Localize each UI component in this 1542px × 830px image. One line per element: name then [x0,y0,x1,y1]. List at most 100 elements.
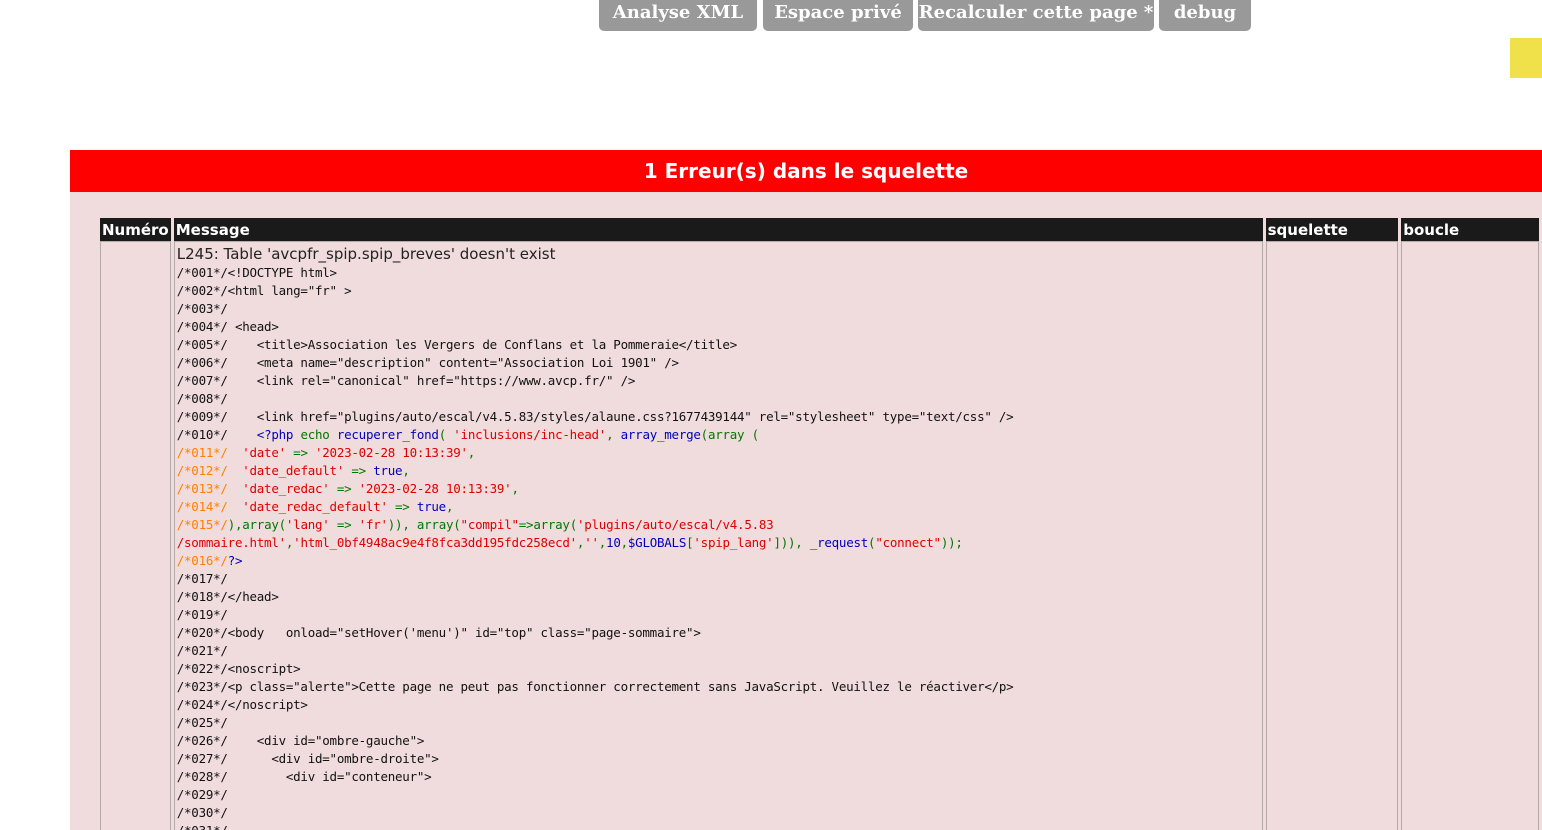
code-segment: 'lang' [285,517,337,532]
code-line: /*018*/</head> [177,588,1260,606]
column-header-message: Message [173,218,1263,241]
boucle-cell [1401,241,1539,830]
code-segment: /*031*/ [177,823,228,830]
code-segment: )); [940,535,963,550]
code-line: /*010*/ <?php echo recuperer_fond( 'incl… [177,426,1260,444]
code-line: /*026*/ <div id="ombre-gauche"> [177,732,1260,750]
error-panel: 1 Erreur(s) dans le squelette Numéro Mes… [70,150,1542,830]
code-segment: => [336,517,359,532]
code-segment: /*018*/</head> [176,589,279,604]
code-segment: "connect" [875,535,941,550]
code-line: /*014*/ 'date_redac_default' => true, [177,498,1260,516]
code-segment: true [416,499,446,514]
code-segment: ( [438,427,454,442]
code-segment: 'date_default' [242,463,352,478]
code-line: /*016*/?> [177,552,1260,570]
code-listing: /*001*/<!DOCTYPE html> /*002*/<html lang=… [177,264,1260,830]
code-segment: /*011*/ [176,445,243,460]
code-segment: /*006*/ <meta name="description" content… [176,355,679,370]
recalculer-page-button[interactable]: Recalculer cette page * [918,0,1154,31]
squelette-cell [1265,241,1399,830]
code-segment: /*024*/</noscript> [176,697,308,712]
code-segment: , [511,481,519,496]
code-segment: ?> [227,553,243,568]
code-segment: /*026*/ <div id="ombre-gauche"> [176,733,425,748]
code-line: /*019*/ [177,606,1260,624]
code-line: /*013*/ 'date_redac' => '2023-02-28 10:1… [177,480,1260,498]
code-segment: '' [584,535,599,550]
code-segment: recuperer_fond [336,427,439,442]
code-line: /*009*/ <link href="plugins/auto/escal/v… [177,408,1260,426]
code-segment: , [606,427,621,442]
code-segment: 10 [606,535,621,550]
code-segment: , [467,445,476,460]
code-segment: /*022*/<noscript> [176,661,301,676]
code-segment: /*005*/ <title>Association les Vergers d… [176,337,737,352]
numero-cell [100,241,171,830]
code-line: /*020*/<body onload="setHover('menu')" i… [177,624,1260,642]
code-segment: /*014*/ [176,499,243,514]
code-line: /*005*/ <title>Association les Vergers d… [177,336,1260,354]
code-line: /*015*/),array('lang' => 'fr')), array("… [177,516,1260,534]
code-segment: /*023*/<p class="alerte">Cette page ne p… [176,679,1014,694]
code-segment: $GLOBALS [627,535,687,550]
code-segment: 'fr' [358,517,388,532]
code-line: /sommaire.html', 'html_0bf4948ac9e4f8fca3… [177,534,1260,552]
code-segment: /*015*/ [176,517,228,532]
code-segment: '2023-02-28 10:13:39' [358,481,512,496]
code-line: /*001*/<!DOCTYPE html> [177,264,1260,282]
code-segment: =>array( [518,517,577,532]
code-segment: '2023-02-28 10:13:39' [315,445,468,460]
code-segment: /*016*/ [176,553,228,568]
code-line: /*006*/ <meta name="description" content… [177,354,1260,372]
code-segment: ])), [773,535,810,550]
code-line: /*028*/ <div id="conteneur"> [177,768,1260,786]
code-segment: /*002*/<html lang="fr" > [176,283,352,298]
code-segment: _request [809,535,869,550]
side-tab[interactable] [1510,38,1542,78]
column-header-numero: Numéro [100,218,171,241]
debug-button[interactable]: debug [1159,0,1251,31]
code-segment: "compil" [460,517,519,532]
code-segment: 'inclusions/inc-head' [453,427,607,442]
code-segment: 'date_redac_default' [242,499,396,514]
code-segment: /*008*/ [176,391,228,406]
code-line: /*022*/<noscript> [177,660,1260,678]
code-segment: ),array( [227,517,286,532]
code-segment: /*020*/<body onload="setHover('menu')" i… [176,625,701,640]
code-segment: /*030*/ [176,805,228,820]
code-line: /*029*/ [177,786,1260,804]
code-segment: , [445,499,454,514]
table-row: L245: Table 'avcpfr_spip.spip_breves' do… [100,241,1539,830]
code-line: /*008*/ [177,390,1260,408]
code-segment: /*017*/ [176,571,228,586]
code-segment: true [373,463,403,478]
code-segment: )), array( [387,517,461,532]
code-segment: => [293,445,315,460]
code-segment: /*009*/ <link href="plugins/auto/escal/v… [176,409,1014,424]
message-cell: L245: Table 'avcpfr_spip.spip_breves' do… [173,241,1263,830]
column-header-boucle: boucle [1401,218,1539,241]
code-segment: /*004*/ <head> [176,319,279,334]
code-segment: /*019*/ [176,607,228,622]
code-line: /*004*/ <head> [177,318,1260,336]
code-line: /*021*/ [177,642,1260,660]
code-segment: array_merge [620,427,701,442]
espace-prive-button[interactable]: Espace privé [763,0,913,31]
code-segment: => [336,481,359,496]
code-segment: /*010*/ [176,427,257,442]
code-line: /*011*/ 'date' => '2023-02-28 10:13:39', [177,444,1260,462]
code-segment: 'date_redac' [242,481,337,496]
code-segment: echo [300,427,337,442]
code-line: /*003*/ [177,300,1260,318]
code-line: /*025*/ [177,714,1260,732]
code-segment: 'spip_lang' [693,535,774,550]
code-segment: /*007*/ <link rel="canonical" href="http… [176,373,636,388]
analyse-xml-button[interactable]: Analyse XML [599,0,757,31]
code-line: /*007*/ <link rel="canonical" href="http… [177,372,1260,390]
code-line: /*024*/</noscript> [177,696,1260,714]
code-segment: , [620,535,629,550]
code-segment: /*021*/ [176,643,228,658]
code-segment: 'plugins/auto/escal/v4.5.83 [576,517,774,532]
column-header-squelette: squelette [1265,218,1399,241]
